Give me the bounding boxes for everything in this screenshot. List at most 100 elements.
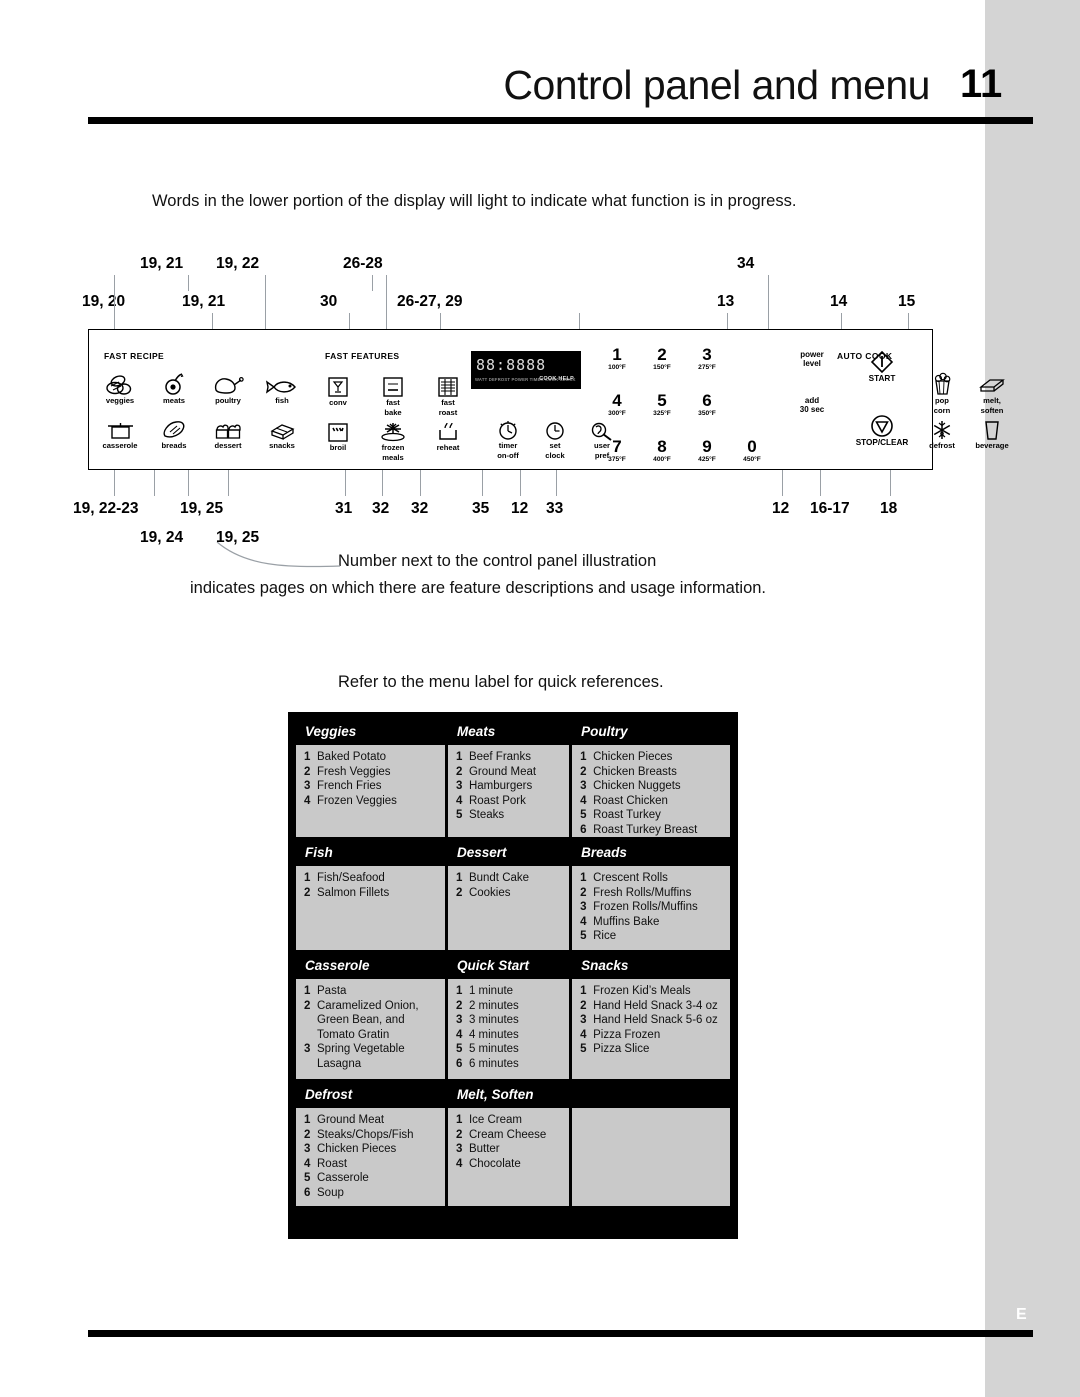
menu-item-number: 4 [455,1028,463,1041]
number-temperature: 450°F [743,456,761,463]
menu-item-number: 2 [455,999,463,1012]
key-casserole[interactable]: casserole [97,415,143,451]
number-temperature: 150°F [653,364,671,371]
menu-item-number: 6 [304,1186,311,1199]
key-melt-soften[interactable]: melt, soften [969,370,1015,415]
menu-item-text: Fish/Seafood [317,872,385,884]
number-digit: 6 [702,391,712,410]
key-beverage[interactable]: beverage [969,415,1015,451]
caption-line-2: indicates pages on which there are featu… [190,579,767,597]
key-meats[interactable]: meats [151,370,197,406]
key-label: veggies [105,396,135,405]
menu-item-text: Chocolate [468,1157,521,1170]
callout-number: 19, 25 [216,529,260,546]
menu-item-list: 1 Fish/Seafood 2 Salmon Fillets [296,866,445,950]
menu-item-number: 4 [455,794,463,807]
key-pop-corn[interactable]: pop corn [919,370,965,415]
popcorn-icon [919,370,965,396]
melt-soften-icon [969,370,1015,396]
menu-item: 4 Frozen Veggies [304,794,441,809]
key-snacks[interactable]: snacks [259,415,305,451]
menu-item: 1 Chicken Pieces [580,750,726,765]
menu-item-text: Pizza Frozen [593,1028,661,1041]
menu-item-list: 1 Ground Meat 2 Steaks/Chops/Fish 3 Chicken P… [296,1108,445,1206]
key-number-7[interactable]: 7 375°F [597,438,637,464]
menu-category-header [572,1083,731,1108]
menu-item-number: 4 [580,1028,587,1041]
key-label-line2: on-off [497,450,519,460]
key-number-8[interactable]: 8 400°F [642,438,682,464]
menu-item-text-continued: Lasagna [317,1057,362,1070]
menu-item: 5 Casserole [304,1171,441,1186]
key-veggies[interactable]: veggies [97,370,143,406]
menu-category-header: Fish [296,841,445,866]
menu-item: 2 Steaks/Chops/Fish [304,1128,441,1143]
menu-category-header: Quick Start [447,954,570,979]
menu-item-number: 3 [304,780,311,793]
callout-number: 19, 25 [180,500,224,517]
key-number-3[interactable]: 3 275°F [687,346,727,372]
menu-item-text: Cream Cheese [468,1128,547,1141]
menu-item-number: 5 [580,930,587,943]
menu-item: 1 Fish/Seafood [304,871,441,886]
menu-category-header: Dessert [447,841,570,866]
refer-text: Refer to the menu label for quick refere… [338,673,664,691]
key-timer-on-off[interactable]: timer on-off [485,415,531,460]
menu-category-header: Defrost [296,1083,445,1108]
key-conv[interactable]: conv [315,372,361,408]
footer-letter: E [1016,1306,1027,1323]
key-poultry[interactable]: poultry [205,370,251,406]
key-label-line1: fast [386,398,400,407]
callout-number: 19, 22 [216,255,260,272]
key-fast-roast[interactable]: fast roast [425,372,471,417]
fast-bake-icon [370,372,416,398]
menu-item: 4 Pizza Frozen [580,1028,726,1043]
menu-item-text: Fresh Rolls/Muffins [593,886,692,899]
menu-item: 1 Bundt Cake [456,871,565,886]
key-power-level[interactable]: power level [789,350,835,369]
menu-item-text: Pizza Slice [593,1043,650,1056]
leader-line [420,470,421,496]
menu-item-number: 6 [455,1057,463,1070]
key-label-line1: pop [935,396,949,405]
breads-icon [151,415,197,441]
page-number: 11 [960,62,1003,106]
menu-item-text: Roast [317,1157,348,1170]
key-number-0[interactable]: 0 450°F [732,438,772,464]
key-number-6[interactable]: 6 350°F [687,392,727,418]
menu-item-number: 2 [304,886,311,899]
key-breads[interactable]: breads [151,415,197,451]
key-set-clock[interactable]: set clock [532,415,578,460]
key-defrost[interactable]: defrost [919,415,965,451]
key-number-9[interactable]: 9 425°F [687,438,727,464]
menu-item-text: Ground Meat [468,765,537,778]
key-number-1[interactable]: 1 100°F [597,346,637,372]
menu-item-text: 3 minutes [468,1014,519,1027]
key-stop-clear[interactable]: STOP/CLEAR [847,412,917,448]
defrost-snowflake-icon [919,415,965,441]
menu-item-number: 1 [304,751,311,763]
key-fish[interactable]: fish [259,370,305,406]
key-start[interactable]: START [854,348,910,384]
number-temperature: 300°F [608,410,626,417]
key-frozen-meals[interactable]: frozen meals [370,417,416,462]
leader-line [212,313,213,329]
key-number-4[interactable]: 4 300°F [597,392,637,418]
callout-number: 35 [472,500,490,517]
menu-item: 5 5 minutes [456,1042,565,1057]
menu-item-number: 5 [455,1043,463,1056]
key-broil[interactable]: broil [315,417,361,453]
menu-item-list: 11 minute 2 2 minutes 3 3 minutes 4 4 minutes 5… [447,979,570,1079]
key-fast-bake[interactable]: fast bake [370,372,416,417]
page-title: Control panel and menu [503,62,930,108]
leader-line [114,313,115,329]
callout-number: 30 [320,293,338,310]
key-reheat[interactable]: reheat [425,417,471,453]
key-add-30-sec[interactable]: add 30 sec [789,396,835,415]
key-dessert[interactable]: dessert [205,415,251,451]
menu-item-number: 1 [304,1114,311,1126]
intro-text: Words in the lower portion of the displa… [152,192,797,210]
menu-body-row: 1 Ground Meat 2 Steaks/Chops/Fish 3 Chicken P… [296,1108,731,1206]
key-number-2[interactable]: 2 150°F [642,346,682,372]
key-number-5[interactable]: 5 325°F [642,392,682,418]
